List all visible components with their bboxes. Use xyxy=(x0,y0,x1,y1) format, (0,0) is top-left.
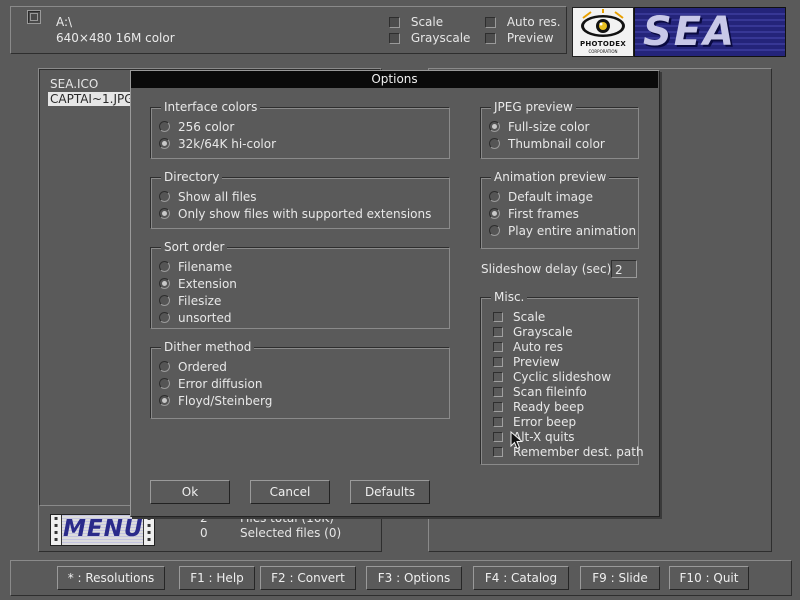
radio-sort-unsorted[interactable]: unsorted xyxy=(159,310,231,327)
file-item[interactable]: SEA.ICO xyxy=(48,77,100,91)
radio-hi-color[interactable]: 32k/64K hi-color xyxy=(159,136,276,153)
checkbox-icon xyxy=(493,447,503,457)
checkbox-icon xyxy=(389,17,400,28)
top-check-preview[interactable]: Preview xyxy=(485,31,554,45)
selected-files-count: 0 xyxy=(200,526,208,540)
radio-icon xyxy=(159,312,170,323)
radio-icon xyxy=(159,191,170,202)
radio-supported-extensions[interactable]: Only show files with supported extension… xyxy=(159,206,431,223)
radio-sort-filesize[interactable]: Filesize xyxy=(159,293,221,310)
group-legend: Dither method xyxy=(161,340,255,354)
radio-sort-filename[interactable]: Filename xyxy=(159,259,232,276)
checkbox-icon xyxy=(493,372,503,382)
group-jpeg-preview: JPEG preview Full-size color Thumbnail c… xyxy=(480,100,639,159)
help-button[interactable]: F1 : Help xyxy=(179,566,255,590)
checkbox-icon xyxy=(493,402,503,412)
dialog-title[interactable]: Options xyxy=(131,71,658,88)
options-button[interactable]: F3 : Options xyxy=(366,566,462,590)
checkbox-icon xyxy=(389,33,400,44)
radio-anim-play-entire[interactable]: Play entire animation xyxy=(489,223,636,240)
radio-icon xyxy=(489,191,500,202)
menu-logo-left-strip: ▪ ▪ ▪ ▪ xyxy=(51,515,62,545)
radio-dither-error-diffusion[interactable]: Error diffusion xyxy=(159,376,262,393)
checkbox-icon xyxy=(493,432,503,442)
group-directory: Directory Show all files Only show files… xyxy=(150,170,450,229)
system-menu-icon[interactable] xyxy=(27,10,41,24)
radio-selected-icon xyxy=(159,395,170,406)
group-legend: Directory xyxy=(161,170,223,184)
ok-button[interactable]: Ok xyxy=(150,480,230,504)
radio-selected-icon xyxy=(159,208,170,219)
radio-icon xyxy=(489,225,500,236)
group-sort-order: Sort order Filename Extension Filesize u… xyxy=(150,240,450,329)
radio-selected-icon xyxy=(159,278,170,289)
group-legend: Animation preview xyxy=(491,170,610,184)
sea-logo: SEA xyxy=(634,7,786,57)
radio-sort-extension[interactable]: Extension xyxy=(159,276,237,293)
radio-dither-ordered[interactable]: Ordered xyxy=(159,359,227,376)
group-dither-method: Dither method Ordered Error diffusion Fl… xyxy=(150,340,450,419)
quit-button[interactable]: F10 : Quit xyxy=(669,566,749,590)
radio-icon xyxy=(159,121,170,132)
resolutions-button[interactable]: * : Resolutions xyxy=(57,566,165,590)
current-path: A:\ xyxy=(56,15,73,29)
radio-selected-icon xyxy=(489,121,500,132)
screen-resolution: 640×480 16M color xyxy=(56,31,175,45)
top-check-grayscale[interactable]: Grayscale xyxy=(389,31,470,45)
photodex-wordmark: PHOTODEX xyxy=(579,40,627,48)
sea-wordmark: SEA xyxy=(643,9,737,55)
group-legend: Misc. xyxy=(491,290,528,304)
checkbox-icon xyxy=(493,417,503,427)
file-item-selected[interactable]: CAPTAI~1.JPG xyxy=(48,92,136,106)
radio-icon xyxy=(489,138,500,149)
radio-icon xyxy=(159,378,170,389)
radio-anim-default-image[interactable]: Default image xyxy=(489,189,593,206)
selected-files-label: Selected files (0) xyxy=(240,526,342,540)
top-info-bar xyxy=(10,6,567,54)
checkbox-icon xyxy=(485,33,496,44)
menu-logo[interactable]: ▪ ▪ ▪ ▪ ▪ ▪ ▪ ▪ MENU xyxy=(50,514,155,546)
checkbox-icon xyxy=(493,387,503,397)
mouse-pointer-icon xyxy=(510,431,524,450)
slideshow-delay-label: Slideshow delay (sec) xyxy=(481,262,612,276)
group-legend: JPEG preview xyxy=(491,100,576,114)
radio-show-all-files[interactable]: Show all files xyxy=(159,189,257,206)
catalog-button[interactable]: F4 : Catalog xyxy=(473,566,569,590)
checkbox-icon xyxy=(485,17,496,28)
radio-selected-icon xyxy=(489,208,500,219)
checkbox-icon xyxy=(493,312,503,322)
group-interface-colors: Interface colors 256 color 32k/64K hi-co… xyxy=(150,100,450,159)
photodex-logo: PHOTODEX CORPORATION xyxy=(572,7,634,57)
group-legend: Interface colors xyxy=(161,100,261,114)
slide-button[interactable]: F9 : Slide xyxy=(580,566,660,590)
radio-256-color[interactable]: 256 color xyxy=(159,119,234,136)
group-misc: Misc. Scale Grayscale Auto res Preview C… xyxy=(480,290,644,465)
radio-dither-floyd-steinberg[interactable]: Floyd/Steinberg xyxy=(159,393,272,410)
menu-logo-right-strip: ▪ ▪ ▪ ▪ xyxy=(143,515,154,545)
radio-icon xyxy=(159,361,170,372)
menu-wordmark: MENU xyxy=(63,516,144,542)
checkbox-icon xyxy=(493,327,503,337)
radio-jpeg-full-size[interactable]: Full-size color xyxy=(489,119,589,136)
radio-selected-icon xyxy=(159,138,170,149)
radio-jpeg-thumbnail[interactable]: Thumbnail color xyxy=(489,136,605,153)
radio-icon xyxy=(159,295,170,306)
top-check-scale[interactable]: Scale xyxy=(389,15,443,29)
checkbox-icon xyxy=(493,342,503,352)
photodex-subtitle: CORPORATION xyxy=(588,49,618,54)
radio-icon xyxy=(159,261,170,272)
defaults-button[interactable]: Defaults xyxy=(350,480,430,504)
top-check-auto-res[interactable]: Auto res. xyxy=(485,15,561,29)
group-legend: Sort order xyxy=(161,240,228,254)
slideshow-delay-input[interactable]: 2 xyxy=(611,260,637,278)
convert-button[interactable]: F2 : Convert xyxy=(260,566,356,590)
cancel-button[interactable]: Cancel xyxy=(250,480,330,504)
checkbox-icon xyxy=(493,357,503,367)
group-animation-preview: Animation preview Default image First fr… xyxy=(480,170,639,249)
radio-anim-first-frames[interactable]: First frames xyxy=(489,206,579,223)
